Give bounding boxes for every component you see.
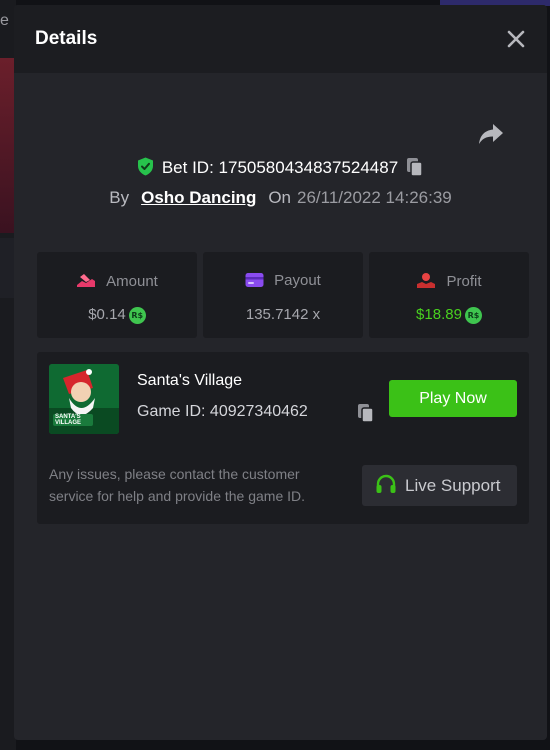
live-support-label: Live Support [405, 476, 501, 495]
headset-icon [375, 474, 397, 501]
modal-title: Details [35, 28, 98, 49]
currency-coin-icon: R$ [128, 307, 146, 324]
by-label: By [109, 188, 130, 207]
copy-icon [407, 158, 423, 177]
game-card: SANTA'S VILLAGE Santa's Village Game ID:… [37, 352, 529, 524]
on-label: On [268, 188, 292, 207]
live-support-button[interactable]: Live Support [362, 465, 517, 506]
modal-header: Details [14, 5, 547, 73]
stat-amount-label-row: Amount [37, 272, 197, 293]
game-id-label: Game ID: [137, 403, 206, 420]
stat-profit-label-row: Profit [369, 272, 529, 293]
details-modal: Details Bet ID: 1750580434837524487 By Os… [14, 5, 547, 740]
stat-amount-value-row: $0.14 R$ [37, 306, 197, 324]
game-thumbnail[interactable]: SANTA'S VILLAGE [49, 364, 119, 434]
stat-amount: Amount $0.14 R$ [37, 252, 197, 338]
copy-game-id-button[interactable] [357, 403, 375, 428]
bet-meta-row: By Osho Dancing On 26/11/2022 14:26:39 [14, 188, 547, 208]
bet-datetime: 26/11/2022 14:26:39 [297, 188, 452, 207]
close-button[interactable] [504, 27, 528, 51]
game-id-value: 40927340462 [209, 403, 308, 420]
stat-payout-label-row: Payout [203, 272, 363, 292]
stat-profit-value-row: $18.89 R$ [369, 306, 529, 324]
stat-payout-value: 135.7142 x [245, 306, 321, 323]
game-thumbnail-title: SANTA'S VILLAGE [55, 414, 82, 426]
bet-id-row: Bet ID: 1750580434837524487 [14, 157, 547, 182]
wallet-icon [245, 272, 264, 292]
share-button[interactable] [477, 122, 505, 146]
stat-amount-label: Amount [106, 273, 158, 290]
amount-icon [76, 272, 96, 293]
copy-bet-id-button[interactable] [406, 157, 424, 182]
background-text: e [0, 12, 9, 29]
game-name: Santa's Village [137, 372, 243, 389]
close-icon [507, 30, 525, 48]
currency-coin-icon: R$ [464, 307, 482, 324]
stat-profit-label: Profit [446, 273, 482, 290]
username-link[interactable]: Osho Dancing [141, 188, 256, 207]
game-id-row: Game ID: 40927340462 [137, 403, 308, 421]
support-hint-text: Any issues, please contact the customer … [49, 466, 306, 504]
copy-icon [358, 404, 374, 423]
stat-payout-value-row: 135.7142 x [203, 306, 363, 323]
stat-profit: Profit $18.89 R$ [369, 252, 529, 338]
bet-id-label: Bet ID: [161, 158, 214, 177]
share-icon [479, 124, 503, 144]
profit-icon [416, 272, 436, 293]
play-now-button[interactable]: Play Now [389, 380, 517, 417]
stat-amount-value: $0.14 [88, 306, 126, 323]
bet-id-value: 1750580434837524487 [218, 158, 399, 177]
stat-payout-label: Payout [274, 272, 321, 289]
verified-shield-icon [137, 157, 154, 181]
stat-profit-value: $18.89 [416, 306, 462, 323]
stat-payout: Payout 135.7142 x [203, 252, 363, 338]
